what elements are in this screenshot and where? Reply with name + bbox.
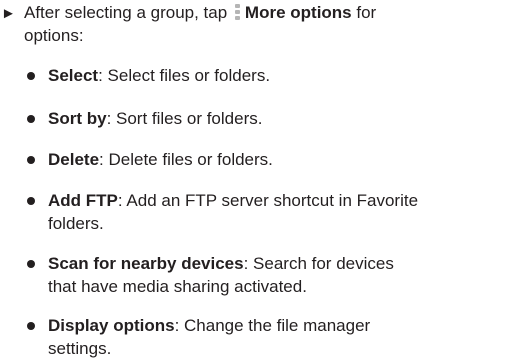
bullet-icon [27,260,35,268]
option-desc-continued: folders. [48,214,104,233]
option-desc: : Search for devices [243,254,394,273]
option-desc-continued: settings. [48,339,112,358]
option-name: Select [48,66,99,85]
option-name: Add FTP [48,191,118,210]
bullet-icon [27,156,35,164]
option-name: Scan for nearby devices [48,254,244,273]
instruction-tail: for [356,3,377,22]
option-name: Delete [48,150,100,169]
option-desc: : Sort files or folders. [106,109,263,128]
option-desc-continued: that have media sharing activated. [48,277,307,296]
option-name: Sort by [48,109,107,128]
instruction-lead: After selecting a group, tap [24,3,228,22]
more-options-label: More options [244,3,352,22]
option-desc: : Add an FTP server shortcut in Favorite [117,191,419,210]
option-desc: : Change the file manager [174,316,371,335]
instruction-line2: options: [24,26,84,45]
option-name: Display options [48,316,175,335]
instruction-text: After selecting a group, tap More option… [24,1,504,47]
more-options-icon [234,4,240,21]
manual-page: ► After selecting a group, tap More opti… [0,0,512,358]
step-arrow-icon: ► [1,5,16,22]
bullet-icon [27,197,35,205]
bullet-icon [27,322,35,330]
option-desc: : Delete files or folders. [99,150,273,169]
option-desc: : Select files or folders. [98,66,271,85]
bullet-icon [27,72,35,80]
bullet-icon [27,115,35,123]
